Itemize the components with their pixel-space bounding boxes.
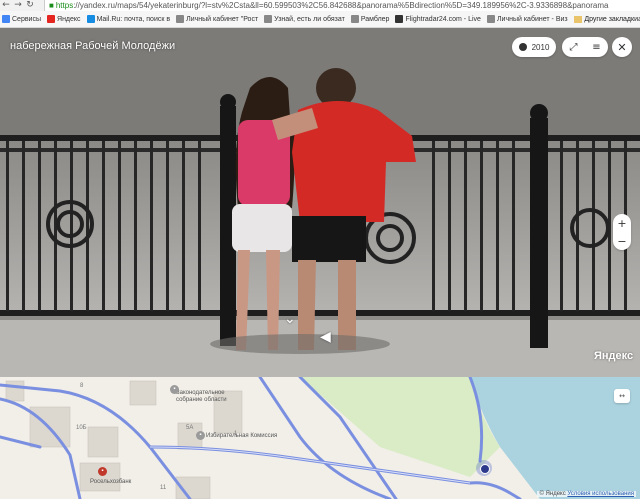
map-footer: © Яндекс Условия использования [537,491,636,497]
bookmark-item[interactable]: Личный кабинет "Рост [176,11,259,27]
zoom-out-button[interactable]: − [617,235,626,248]
collapse-map-icon[interactable]: ↔ [614,389,630,403]
bookmark-label: Яндекс [57,15,81,23]
year-selector[interactable]: 2010 [512,37,556,57]
bookmark-favicon-icon [176,15,185,23]
map-copyright: © Яндекс [539,491,566,497]
expand-icon[interactable]: ⤢ [562,37,585,57]
bookmark-favicon-icon [47,15,56,23]
bookmark-item[interactable]: Сервисы [2,11,42,27]
reload-icon[interactable]: ↻ [24,0,36,11]
bookmark-favicon-icon [486,15,495,23]
zoom-control: + − [613,214,631,250]
building-icon: ▪ [170,385,179,394]
bookmark-item[interactable]: Рамблер [350,11,390,27]
lock-icon: ■ [49,1,54,10]
back-icon[interactable]: ← [0,0,12,11]
bookmark-item[interactable]: Яндекс [47,11,81,27]
map-label-election-commission: Избирательная Комиссия [206,433,278,439]
bookmark-item[interactable]: Mail.Ru: почта, поиск в [86,11,171,27]
url-text: ://yandex.ru/maps/54/yekaterinburg/?l=st… [73,1,609,10]
bookmark-favicon-icon [350,15,359,23]
bank-icon: ▪ [98,467,107,476]
bookmark-favicon-icon [86,15,95,23]
zoom-in-button[interactable]: + [617,217,626,230]
clock-icon [518,43,527,51]
bookmark-label: Личный кабинет "Рост [186,15,259,23]
year-label: 2010 [531,42,550,52]
forward-icon[interactable]: → [12,0,24,11]
bookmark-item[interactable]: Личный кабинет - Виза [486,11,572,27]
nav-arrow-forward-icon[interactable]: ◀ [320,329,331,345]
url-input[interactable]: ■ https://yandex.ru/maps/54/yekaterinburg… [44,0,640,11]
map-label-bank: Росельхозбанк [90,479,132,485]
house-number: 8 [80,383,84,389]
bookmark-label: Flightradar24.com - Live [405,15,481,23]
panorama-title: набережная Рабочей Молодёжи [10,40,176,52]
panorama-scene [0,28,640,377]
other-bookmarks-label: Другие закладки [584,16,638,23]
house-number: 1 [234,431,238,437]
mini-map[interactable]: Законодательное собрание области ▪ Избира… [0,377,640,499]
panorama-view[interactable]: набережная Рабочей Молодёжи 2010 ⤢ ≡ ✕ +… [0,28,640,377]
bookmark-label: Личный кабинет - Виза [496,15,572,23]
bookmark-label: Mail.Ru: почта, поиск в [96,15,171,23]
nav-arrow-left-icon[interactable]: ⌄ [284,311,296,327]
bookmarks-bar: Сервисы Яндекс Mail.Ru: почта, поиск в Личн… [0,11,640,28]
house-number: 10Б [76,425,87,431]
browser-address-bar: ← → ↻ ■ https://yandex.ru/maps/54/yekater… [0,0,640,11]
bookmark-favicon-icon [395,15,404,23]
house-number: 5А [186,425,194,431]
terms-link[interactable]: Условия использования [567,491,634,497]
other-bookmarks[interactable]: Другие закладки [568,11,638,27]
bookmark-item[interactable]: Flightradar24.com - Live [395,11,481,27]
bookmark-label: Узнай, есть ли обязат [274,15,345,23]
url-scheme: https [55,1,74,10]
folder-icon [574,16,583,23]
house-number: 11 [160,485,167,491]
bookmark-label: Рамблер [360,15,390,23]
bookmark-favicon-icon [264,15,273,23]
bookmark-item[interactable]: Узнай, есть ли обязат [264,11,345,27]
map-label-legislature: Законодательное собрание области [176,390,227,403]
current-position-marker [476,460,492,476]
panorama-brand: Яндекс [594,350,634,362]
panorama-controls: ⤢ ≡ [562,37,608,57]
bookmark-favicon-icon [2,15,10,23]
close-icon[interactable]: ✕ [612,37,632,57]
building-icon: ▪ [196,431,205,440]
bookmark-label: Сервисы [12,15,42,23]
menu-icon[interactable]: ≡ [585,37,608,57]
